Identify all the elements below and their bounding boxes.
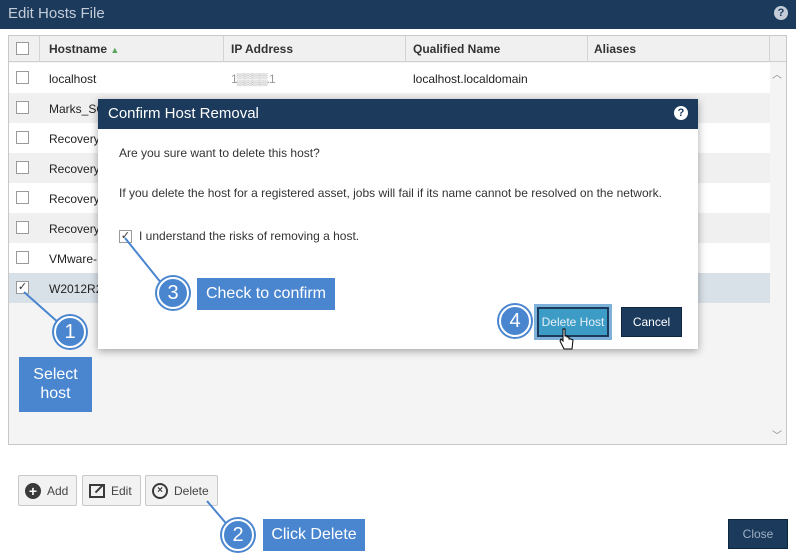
callout-label-click-delete: Click Delete bbox=[263, 519, 365, 551]
callout-number-2: 2 bbox=[222, 519, 254, 551]
callout-number-3: 3 bbox=[157, 277, 189, 309]
callout-number-4: 4 bbox=[499, 305, 531, 337]
callout-number-1: 1 bbox=[54, 316, 86, 348]
callout-connectors bbox=[23, 237, 231, 529]
callout-label-select-host: Select host bbox=[19, 357, 92, 412]
callout-label-check-confirm: Check to confirm bbox=[197, 278, 335, 310]
